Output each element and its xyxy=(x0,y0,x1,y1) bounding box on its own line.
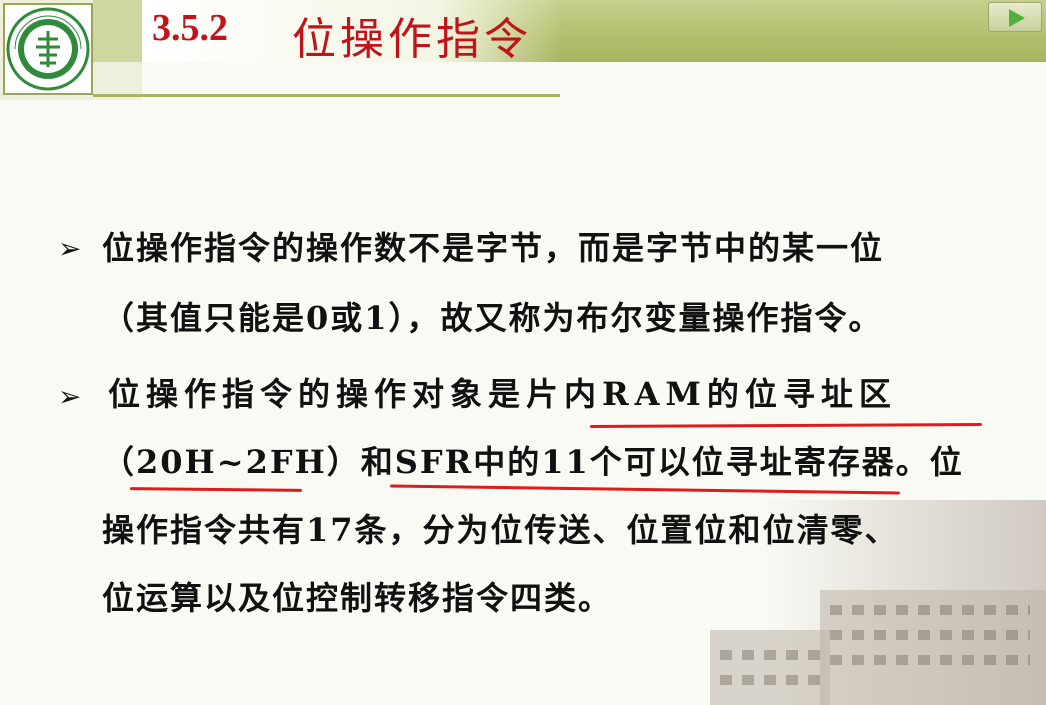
bullet-1-line-2: （其值只能是0或1），故又称为布尔变量操作指令。 xyxy=(102,299,883,337)
next-slide-button[interactable] xyxy=(988,2,1042,32)
arrowhead-bullet-icon: ➢ xyxy=(58,232,82,265)
bullet-1-line-1: 位操作指令的操作数不是字节，而是字节中的某一位 xyxy=(102,229,885,267)
window-row xyxy=(830,630,1030,640)
arrowhead-bullet-icon: ➢ xyxy=(58,380,82,413)
annotation-underline xyxy=(129,487,303,492)
university-logo xyxy=(3,3,93,95)
play-arrow-icon xyxy=(1009,9,1025,27)
annotation-underline xyxy=(589,422,983,429)
building-left xyxy=(710,630,830,705)
section-number: 3.5.2 xyxy=(152,7,228,49)
header-underline xyxy=(93,94,560,97)
window-row xyxy=(720,650,820,660)
bullet-2-line-1: 位操作指令的操作对象是片内RAM的位寻址区 xyxy=(108,375,897,413)
bullet-2-line-4: 位运算以及位控制转移指令四类。 xyxy=(102,579,613,617)
university-seal-icon xyxy=(6,7,90,91)
window-row xyxy=(720,675,820,685)
bullet-2-line-2: （20H~2FH）和SFR中的11个可以位寻址寄存器。位 xyxy=(102,443,964,481)
logo-accent-square xyxy=(93,0,142,62)
annotation-underline xyxy=(390,484,900,495)
window-row xyxy=(830,655,1030,665)
section-title: 位操作指令 xyxy=(292,14,532,65)
bullet-2-line-3: 操作指令共有17条，分为位传送、位置位和位清零、 xyxy=(102,511,899,549)
window-row xyxy=(830,605,1030,615)
